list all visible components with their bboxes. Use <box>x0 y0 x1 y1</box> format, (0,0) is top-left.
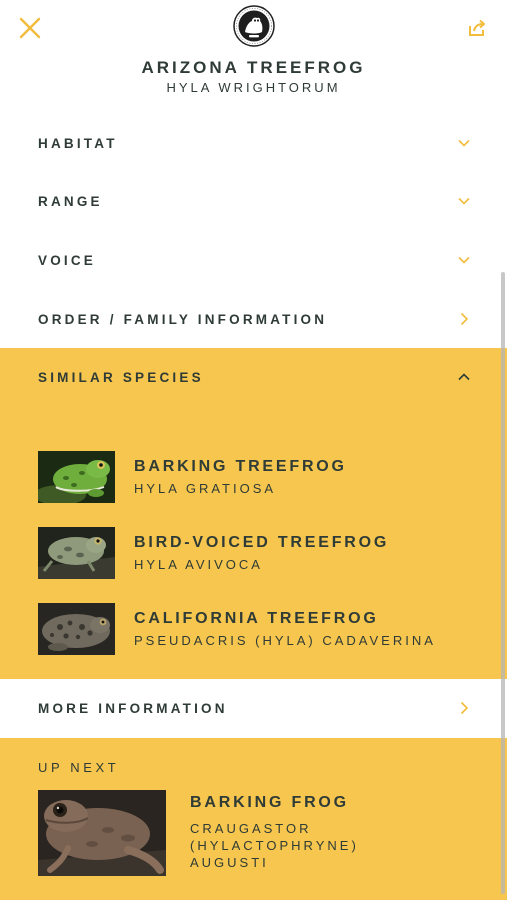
section-label: VOICE <box>38 252 97 268</box>
chevron-up-icon <box>458 373 470 381</box>
section-similar-species[interactable]: SIMILAR SPECIES <box>0 348 507 406</box>
similar-species-item[interactable]: BIRD-VOICED TREEFROG HYLA AVIVOCA <box>38 527 478 579</box>
species-name: BIRD-VOICED TREEFROG <box>134 534 390 551</box>
scrollbar[interactable] <box>501 272 505 894</box>
page-subtitle: HYLA WRIGHTORUM <box>166 80 341 95</box>
bird-voiced-treefrog-photo <box>38 527 115 579</box>
chevron-right-icon <box>460 701 469 715</box>
section-label: HABITAT <box>38 135 118 151</box>
similar-species-item[interactable]: BARKING TREEFROG HYLA GRATIOSA <box>38 451 478 503</box>
section-label: SIMILAR SPECIES <box>38 369 204 385</box>
species-name: BARKING TREEFROG <box>134 458 347 475</box>
page-title: ARIZONA TREEFROG <box>141 58 366 77</box>
chevron-down-icon <box>458 139 470 147</box>
barking-treefrog-photo <box>38 451 115 503</box>
similar-species-item[interactable]: CALIFORNIA TREEFROG PSEUDACRIS (HYLA) CA… <box>38 603 478 655</box>
section-habitat[interactable]: HABITAT <box>0 114 507 172</box>
california-treefrog-photo <box>38 603 115 655</box>
chevron-down-icon <box>458 197 470 205</box>
similar-species-section: SIMILAR SPECIES BARKING TREEFROG HYLA GR… <box>0 348 507 679</box>
up-next-scientific-name: CRAUGASTOR (HYLACTOPHRYNE) AUGUSTI <box>190 821 359 870</box>
up-next-species-name: BARKING FROG <box>190 794 349 811</box>
up-next-section: UP NEXT BARKING FROG CRAUGASTOR (HYLACTO… <box>0 738 507 900</box>
share-icon[interactable] <box>467 18 487 38</box>
up-next-card[interactable]: BARKING FROG CRAUGASTOR (HYLACTOPHRYNE) … <box>38 790 478 876</box>
section-voice[interactable]: VOICE <box>0 231 507 289</box>
section-more-information[interactable]: MORE INFORMATION <box>0 679 507 737</box>
barking-frog-photo <box>38 790 166 876</box>
species-scientific-name: HYLA AVIVOCA <box>134 557 263 572</box>
header: ARIZONA TREEFROG HYLA WRIGHTORUM <box>0 0 507 112</box>
close-icon[interactable] <box>18 16 42 40</box>
chevron-right-icon <box>460 312 469 326</box>
section-label: ORDER / FAMILY INFORMATION <box>38 311 328 327</box>
section-label: MORE INFORMATION <box>38 700 228 716</box>
chevron-down-icon <box>458 256 470 264</box>
up-next-label: UP NEXT <box>38 760 120 775</box>
species-scientific-name: HYLA GRATIOSA <box>134 481 277 496</box>
species-name: CALIFORNIA TREEFROG <box>134 610 379 627</box>
section-order-family[interactable]: ORDER / FAMILY INFORMATION <box>0 290 507 348</box>
section-range[interactable]: RANGE <box>0 172 507 230</box>
frog-logo-icon <box>233 5 275 47</box>
species-scientific-name: PSEUDACRIS (HYLA) CADAVERINA <box>134 633 436 648</box>
section-label: RANGE <box>38 193 103 209</box>
